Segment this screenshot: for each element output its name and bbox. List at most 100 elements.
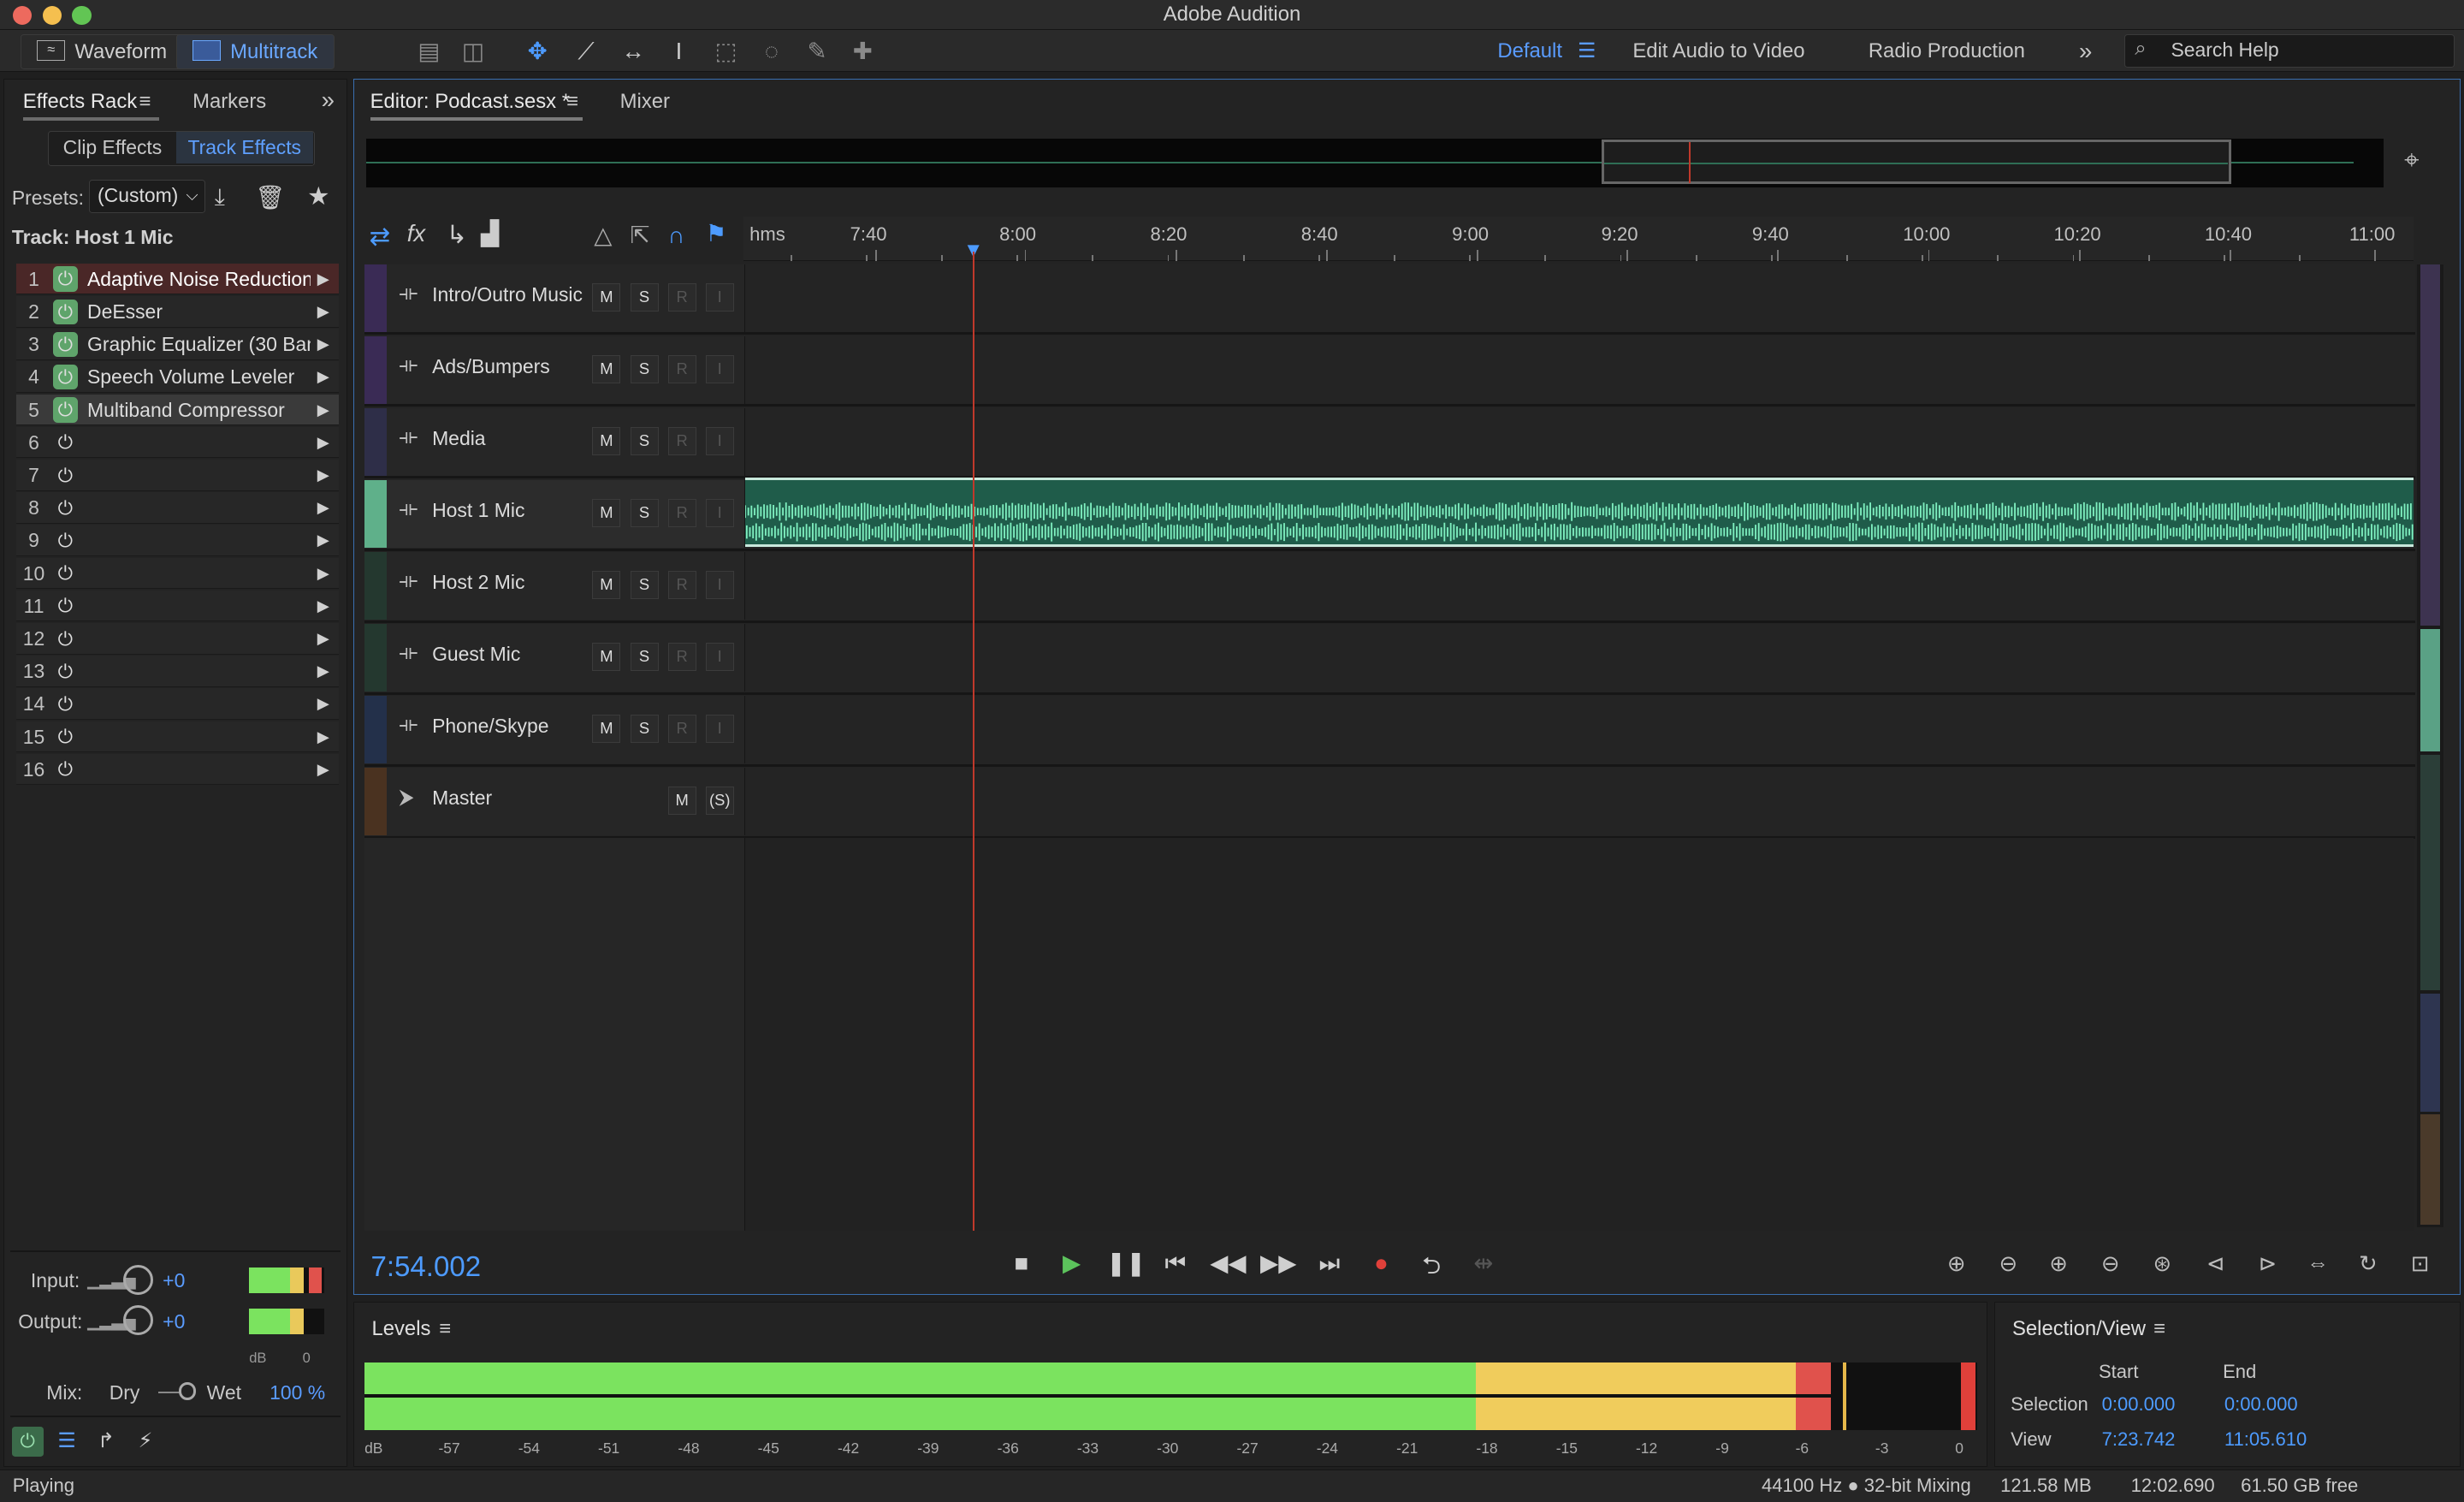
power-icon[interactable]: ⏻ — [53, 626, 78, 651]
power-icon[interactable]: ⏻ — [53, 692, 78, 716]
solo-button[interactable]: S — [630, 282, 659, 312]
track-header[interactable]: ⟛ Host 2 Mic M S R I — [364, 552, 745, 620]
effect-menu-arrow-icon[interactable]: ▶ — [317, 492, 329, 524]
view-start[interactable]: 7:23.742 — [2102, 1428, 2176, 1451]
solo-button[interactable]: S — [630, 354, 659, 383]
effect-slot[interactable]: 3 ⏻ Graphic Equalizer (30 Ban ▶ — [16, 329, 339, 360]
effect-menu-arrow-icon[interactable]: ▶ — [317, 361, 329, 393]
track-header[interactable]: ⟛ Ads/Bumpers M S R I — [364, 335, 745, 404]
effect-slot[interactable]: 11 ⏻ ▶ — [16, 590, 339, 622]
power-icon[interactable]: ⏻ — [52, 397, 78, 423]
multitrack-view-button[interactable]: Multitrack — [175, 34, 335, 69]
power-icon[interactable]: ⏻ — [53, 463, 78, 488]
effect-slot[interactable]: 4 ⏻ Speech Volume Leveler ▶ — [16, 361, 339, 394]
mute-button[interactable]: M — [592, 715, 621, 744]
effect-menu-arrow-icon[interactable]: ▶ — [317, 656, 329, 687]
rack-insert-icon[interactable]: ↱ — [91, 1427, 122, 1457]
mute-button[interactable]: M — [592, 498, 621, 527]
zoom-out-time-icon[interactable]: ⊖ — [2092, 1251, 2129, 1277]
search-help-field[interactable]: ⌕ Search Help — [2124, 34, 2455, 68]
skip-selection-icon[interactable]: ⇹ — [1466, 1250, 1501, 1277]
zoom-fit-icon[interactable]: ⊡ — [2401, 1251, 2438, 1277]
record-arm-button[interactable]: R — [667, 354, 696, 383]
marquee-tool-icon[interactable]: ⬚ — [708, 36, 743, 68]
mute-button[interactable]: M — [592, 426, 621, 455]
solo-button[interactable]: S — [630, 571, 659, 600]
power-icon[interactable]: ⏻ — [52, 331, 78, 358]
panel-menu-icon[interactable]: ≡ — [139, 89, 151, 114]
effect-menu-arrow-icon[interactable]: ▶ — [317, 264, 329, 295]
track-row[interactable]: ⟛ Intro/Outro Music M S R I — [364, 264, 2415, 335]
rack-apply-icon[interactable]: ⚡ — [130, 1427, 162, 1457]
selection-end[interactable]: 0:00.000 — [2224, 1393, 2298, 1416]
tab-editor[interactable]: Editor: Podcast.sesx * — [370, 89, 570, 114]
output-value[interactable]: +0 — [163, 1310, 185, 1333]
output-knob[interactable] — [123, 1305, 154, 1336]
solo-button[interactable]: S — [630, 715, 659, 744]
monitor-input-button[interactable]: I — [705, 715, 734, 744]
play-icon[interactable]: ▶ — [1054, 1250, 1088, 1277]
solo-button[interactable]: S — [630, 426, 659, 455]
previous-icon[interactable]: ⏮ — [1158, 1250, 1193, 1278]
power-icon[interactable]: ⏻ — [53, 528, 78, 553]
effect-menu-arrow-icon[interactable]: ▶ — [317, 591, 329, 622]
record-arm-button[interactable]: R — [667, 282, 696, 312]
zoom-to-fit-icon[interactable]: ⌖ — [2404, 145, 2420, 176]
sends-icon[interactable]: ↳ — [447, 220, 468, 250]
mix-slider-track[interactable] — [157, 1392, 181, 1394]
zoom-out-point-icon[interactable]: ⊳ — [2248, 1251, 2286, 1277]
delete-preset-icon[interactable]: 🗑 — [256, 183, 286, 211]
effect-menu-arrow-icon[interactable]: ▶ — [317, 754, 329, 786]
levels-menu-icon[interactable]: ≡ — [439, 1316, 451, 1341]
rack-list-icon[interactable]: ☰ — [51, 1427, 83, 1457]
rack-power-icon[interactable]: ⏻ — [11, 1426, 44, 1457]
mute-button[interactable]: M — [592, 571, 621, 600]
selection-start[interactable]: 0:00.000 — [2102, 1393, 2176, 1416]
power-icon[interactable]: ⏻ — [52, 299, 78, 324]
tab-track-effects[interactable]: Track Effects — [175, 132, 313, 164]
monitor-input-button[interactable]: I — [705, 643, 734, 672]
spectral-pitch-icon[interactable]: ◫ — [456, 36, 490, 68]
record-arm-button[interactable]: R — [667, 498, 696, 527]
zoom-reset-icon[interactable]: ↻ — [2349, 1251, 2387, 1277]
track-name[interactable]: Intro/Outro Music — [432, 283, 583, 306]
power-icon[interactable]: ⏻ — [53, 593, 78, 618]
next-icon[interactable]: ⏭ — [1312, 1250, 1347, 1278]
effect-menu-arrow-icon[interactable]: ▶ — [317, 329, 329, 360]
tab-mixer[interactable]: Mixer — [620, 89, 670, 114]
loop-icon[interactable]: ⇄ — [370, 222, 391, 252]
track-header[interactable]: ⮞ Master M (S) — [364, 768, 745, 836]
workspace-radio-production[interactable]: Radio Production — [1869, 36, 2025, 68]
track-name[interactable]: Guest Mic — [432, 643, 520, 666]
tab-effects-rack[interactable]: Effects Rack — [23, 89, 138, 114]
presets-dropdown[interactable]: (Custom) ⌵ — [88, 180, 205, 213]
zoom-in-time-icon[interactable]: ⊕ — [2040, 1251, 2077, 1277]
solo-safe-button[interactable]: (S) — [705, 787, 734, 816]
effect-slot[interactable]: 1 ⏻ Adaptive Noise Reduction ▶ — [16, 263, 339, 295]
minimize-window-button[interactable] — [42, 6, 62, 26]
track-header[interactable]: ⟛ Guest Mic M S R I — [364, 624, 745, 692]
effect-slot[interactable]: 14 ⏻ ▶ — [16, 688, 339, 721]
current-time[interactable]: 7:54.002 — [370, 1251, 481, 1284]
rewind-icon[interactable]: ◀◀ — [1210, 1250, 1246, 1277]
marker-flag-icon[interactable]: ⚑ — [706, 220, 727, 247]
metronome-icon[interactable]: △ — [594, 222, 612, 249]
effect-menu-arrow-icon[interactable]: ▶ — [317, 558, 329, 590]
input-value[interactable]: +0 — [163, 1269, 185, 1292]
razor-tool-icon[interactable]: ⟋ — [569, 36, 603, 68]
track-row[interactable]: ⮞ Master M (S) — [364, 768, 2415, 840]
loop-playback-icon[interactable]: ⮌ — [1414, 1250, 1448, 1289]
power-icon[interactable]: ⏻ — [52, 365, 78, 390]
fx-icon[interactable]: fx — [407, 220, 425, 247]
zoom-selection-icon[interactable]: ⇔ — [2299, 1251, 2337, 1276]
monitor-input-button[interactable]: I — [705, 354, 734, 383]
track-row[interactable]: ⟛ Ads/Bumpers M S R I — [364, 335, 2415, 407]
tab-markers[interactable]: Markers — [192, 89, 266, 114]
workspace-menu-icon[interactable]: ☰ — [1578, 36, 1596, 68]
zoom-in-point-icon[interactable]: ⊲ — [2197, 1251, 2235, 1277]
mute-button[interactable]: M — [592, 354, 621, 383]
brush-tool-icon[interactable]: ✎ — [800, 36, 834, 68]
workspace-default[interactable]: Default — [1497, 36, 1562, 68]
effect-menu-arrow-icon[interactable]: ▶ — [317, 296, 329, 328]
monitor-input-button[interactable]: I — [705, 498, 734, 527]
